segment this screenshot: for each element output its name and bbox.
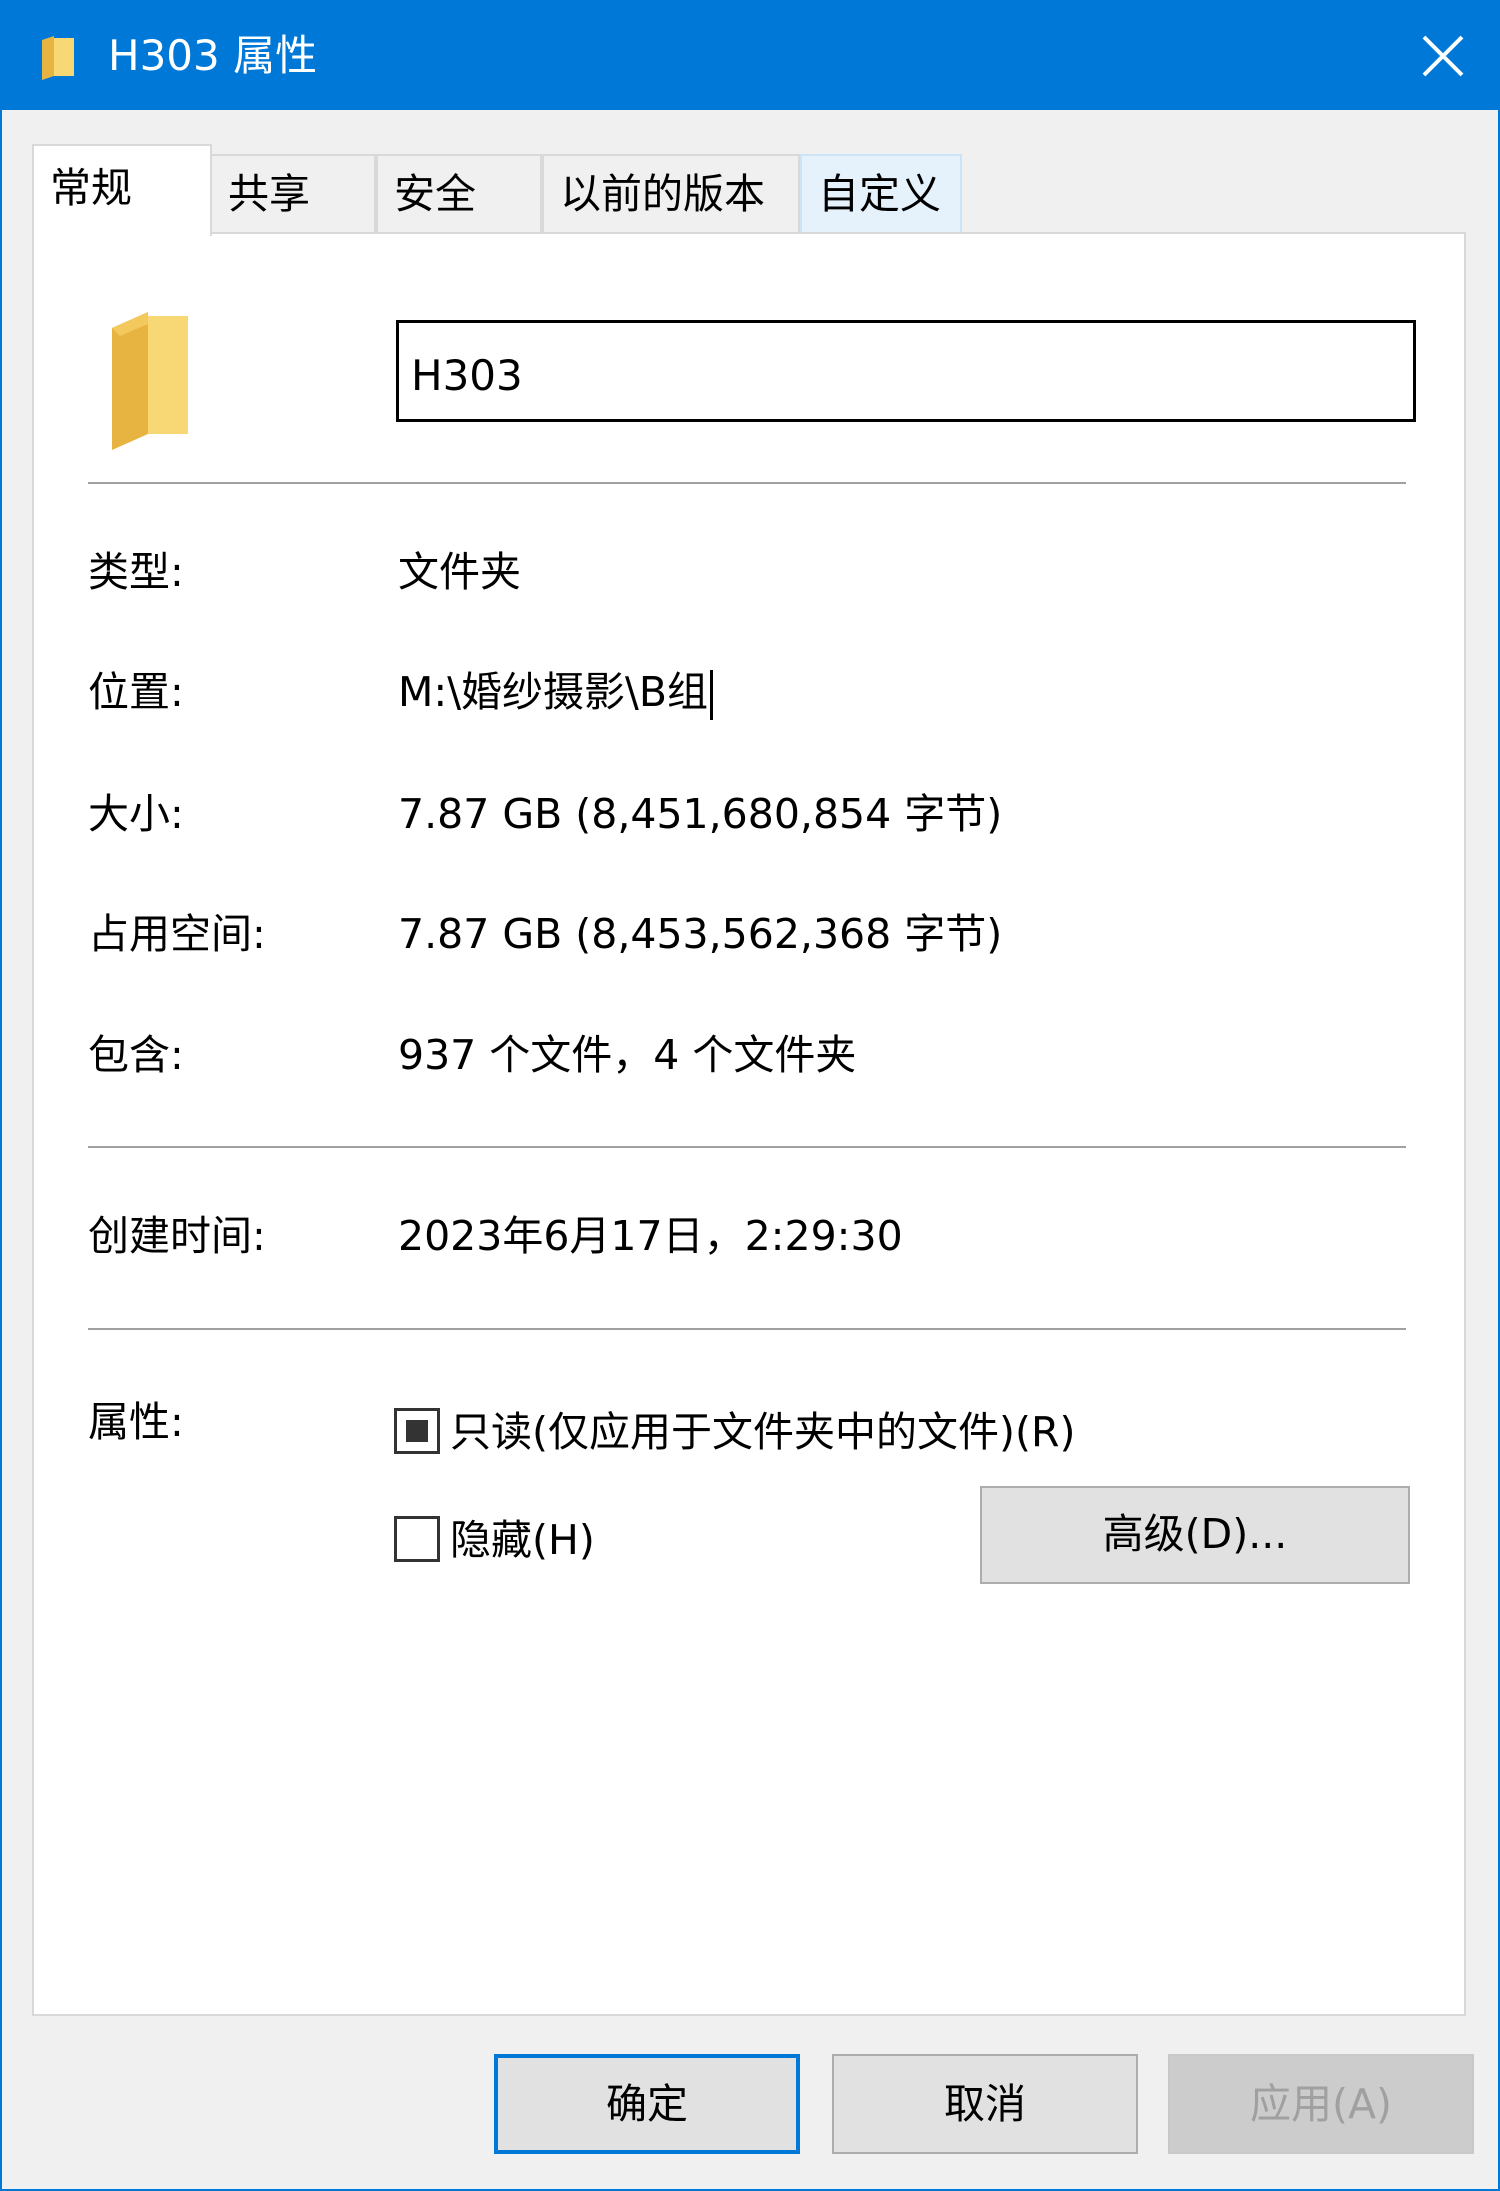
separator bbox=[88, 1146, 1406, 1148]
type-value: 文件夹 bbox=[398, 548, 521, 596]
window-title: H303 属性 bbox=[108, 31, 318, 80]
created-value: 2023年6月17日，2:29:30 bbox=[398, 1212, 903, 1260]
readonly-checkbox-label[interactable]: 只读(仅应用于文件夹中的文件)(R) bbox=[450, 1404, 1075, 1460]
ok-button[interactable]: 确定 bbox=[494, 2054, 800, 2154]
size-on-disk-label: 占用空间: bbox=[88, 910, 266, 958]
size-on-disk-value: 7.87 GB (8,453,562,368 字节) bbox=[398, 910, 1003, 958]
location-value-container[interactable]: M:\婚纱摄影\B组 bbox=[398, 664, 713, 720]
folder-name-input[interactable] bbox=[396, 320, 1416, 422]
general-panel: 类型: 文件夹 位置: M:\婚纱摄影\B组 大小: 7.87 GB (8,45… bbox=[32, 232, 1466, 2016]
created-label: 创建时间: bbox=[88, 1212, 266, 1260]
folder-icon bbox=[112, 312, 188, 450]
text-caret bbox=[709, 670, 713, 720]
close-icon bbox=[1422, 35, 1464, 77]
tab-sharing[interactable]: 共享 bbox=[210, 154, 376, 234]
contains-label: 包含: bbox=[88, 1031, 184, 1079]
attributes-label: 属性: bbox=[88, 1398, 184, 1446]
tab-general[interactable]: 常规 bbox=[32, 144, 212, 236]
tab-strip: 常规 共享 安全 以前的版本 自定义 bbox=[32, 144, 1472, 236]
hidden-checkbox-label[interactable]: 隐藏(H) bbox=[450, 1512, 595, 1568]
indeterminate-mark bbox=[406, 1420, 428, 1442]
tab-previous-versions[interactable]: 以前的版本 bbox=[542, 154, 800, 234]
contains-value: 937 个文件，4 个文件夹 bbox=[398, 1031, 857, 1079]
separator bbox=[88, 482, 1406, 484]
tab-security[interactable]: 安全 bbox=[376, 154, 542, 234]
close-button[interactable] bbox=[1388, 2, 1498, 110]
tab-customize[interactable]: 自定义 bbox=[800, 154, 962, 234]
type-label: 类型: bbox=[88, 548, 184, 596]
size-label: 大小: bbox=[88, 790, 184, 838]
advanced-button[interactable]: 高级(D)... bbox=[980, 1486, 1410, 1584]
apply-button[interactable]: 应用(A) bbox=[1168, 2054, 1474, 2154]
location-value[interactable]: M:\婚纱摄影\B组 bbox=[398, 668, 708, 716]
folder-icon bbox=[42, 36, 74, 80]
size-value: 7.87 GB (8,451,680,854 字节) bbox=[398, 790, 1003, 838]
properties-window: H303 属性 常规 共享 安全 以前的版本 自定义 类型: 文件夹 位置: M… bbox=[0, 0, 1500, 2191]
location-label: 位置: bbox=[88, 668, 184, 716]
separator bbox=[88, 1328, 1406, 1330]
cancel-button[interactable]: 取消 bbox=[832, 2054, 1138, 2154]
title-bar[interactable]: H303 属性 bbox=[2, 2, 1498, 110]
hidden-checkbox[interactable] bbox=[394, 1516, 440, 1562]
readonly-checkbox[interactable] bbox=[394, 1408, 440, 1454]
